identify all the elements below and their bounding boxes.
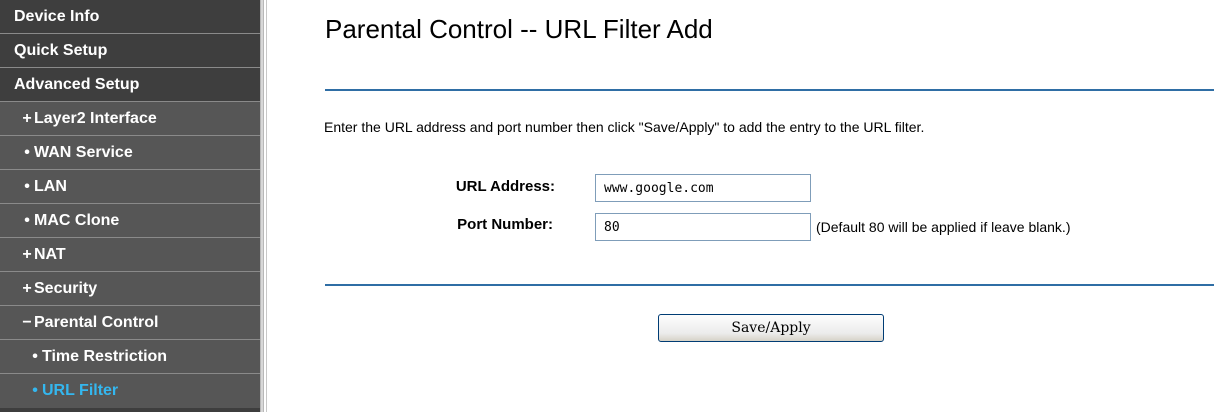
instructions-text: Enter the URL address and port number th…: [324, 119, 925, 135]
top-divider: [325, 89, 1214, 91]
sidebar-item-lan[interactable]: • LAN: [0, 170, 260, 204]
sidebar-item-time-restriction[interactable]: • Time Restriction: [0, 340, 260, 374]
port-number-label: Port Number:: [457, 216, 553, 233]
sidebar-item-parental-control[interactable]: − Parental Control: [0, 306, 260, 340]
bullet-icon: •: [32, 348, 38, 365]
bottom-divider: [325, 284, 1214, 286]
sidebar-item-advanced-setup[interactable]: Advanced Setup: [0, 68, 260, 102]
url-address-input[interactable]: [595, 174, 811, 202]
expand-plus-icon: +: [22, 110, 32, 127]
sidebar-item-wan-service[interactable]: • WAN Service: [0, 136, 260, 170]
sidebar-nav: Device Info Quick Setup Advanced Setup +…: [0, 0, 260, 412]
sidebar-item-label: LAN: [34, 178, 67, 195]
sidebar-item-label: Device Info: [14, 8, 100, 25]
sidebar-item-device-info[interactable]: Device Info: [0, 0, 260, 34]
sidebar-item-layer2-interface[interactable]: + Layer2 Interface: [0, 102, 260, 136]
sidebar-item-mac-clone[interactable]: • MAC Clone: [0, 204, 260, 238]
sidebar-item-label: MAC Clone: [34, 212, 120, 229]
sidebar-item-label: WAN Service: [34, 144, 133, 161]
bullet-icon: •: [32, 382, 38, 399]
sidebar-item-label: URL Filter: [42, 382, 119, 399]
sidebar-item-url-filter[interactable]: • URL Filter: [0, 374, 260, 408]
sidebar-item-label: NAT: [34, 246, 66, 263]
sidebar-item-label: Time Restriction: [42, 348, 168, 365]
sidebar-item-nat[interactable]: + NAT: [0, 238, 260, 272]
sidebar-item-label: Quick Setup: [14, 42, 108, 59]
sidebar-divider-line: [266, 0, 267, 412]
url-address-label: URL Address:: [455, 178, 555, 195]
expand-plus-icon: +: [22, 280, 32, 297]
sidebar-item-label: Advanced Setup: [14, 76, 140, 93]
port-number-hint: (Default 80 will be applied if leave bla…: [816, 219, 1071, 235]
sidebar-item-label: Layer2 Interface: [34, 110, 157, 127]
sidebar-divider: [260, 0, 264, 412]
port-number-input[interactable]: [595, 213, 811, 241]
bullet-icon: •: [24, 212, 30, 229]
save-apply-button[interactable]: Save/Apply: [658, 314, 884, 342]
sidebar-item-quick-setup[interactable]: Quick Setup: [0, 34, 260, 68]
sidebar-item-security[interactable]: + Security: [0, 272, 260, 306]
sidebar-item-label: Parental Control: [34, 314, 159, 331]
expand-plus-icon: +: [22, 246, 32, 263]
bullet-icon: •: [24, 178, 30, 195]
page-title: Parental Control -- URL Filter Add: [325, 14, 713, 44]
bullet-icon: •: [24, 144, 30, 161]
sidebar-item-label: Security: [34, 280, 98, 297]
collapse-minus-icon: −: [22, 314, 32, 331]
